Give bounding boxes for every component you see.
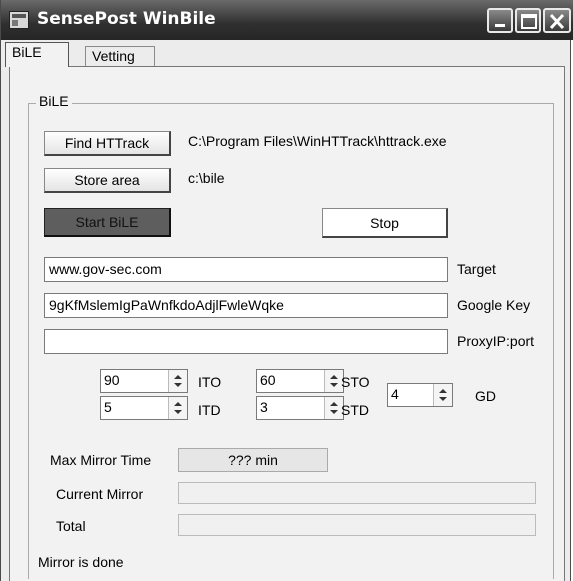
std-label: STD xyxy=(341,402,369,418)
close-icon xyxy=(549,13,565,30)
tab-label: BiLE xyxy=(12,44,42,60)
store-area-button[interactable]: Store area xyxy=(44,168,171,193)
spinner-arrows[interactable] xyxy=(168,397,187,419)
sto-label: STO xyxy=(341,374,370,390)
std-spinner[interactable]: 3 xyxy=(256,396,344,420)
current-mirror-progress xyxy=(178,482,536,504)
spinner-arrows[interactable] xyxy=(433,384,452,406)
spin-arrows-icon xyxy=(439,389,447,401)
max-mirror-time-label: Max Mirror Time xyxy=(50,452,152,468)
gd-label: GD xyxy=(475,388,496,404)
itd-spinner[interactable]: 5 xyxy=(100,396,188,420)
current-mirror-label: Current Mirror xyxy=(56,486,144,502)
total-progress xyxy=(178,514,536,536)
store-path: c:\bile xyxy=(188,170,225,186)
google-key-label: Google Key xyxy=(457,297,531,313)
tab-vetting[interactable]: Vetting xyxy=(85,46,155,66)
spinner-value: 90 xyxy=(104,372,120,388)
stop-button[interactable]: Stop xyxy=(322,208,448,238)
spin-arrows-icon xyxy=(174,375,182,387)
tab-label: Vetting xyxy=(92,48,135,64)
proxy-label: ProxyIP:port xyxy=(457,333,535,349)
proxy-input[interactable] xyxy=(44,329,448,354)
status-message: Mirror is done xyxy=(38,554,124,570)
spinner-arrows[interactable] xyxy=(168,370,187,392)
ito-spinner[interactable]: 90 xyxy=(100,369,188,393)
max-mirror-time-value: ??? min xyxy=(178,448,328,472)
target-label: Target xyxy=(457,261,496,277)
sto-spinner[interactable]: 60 xyxy=(256,369,344,393)
total-label: Total xyxy=(56,518,86,534)
spin-arrows-icon xyxy=(330,375,338,387)
minimize-icon xyxy=(495,24,505,27)
spinner-value: 5 xyxy=(104,399,112,415)
minimize-button[interactable] xyxy=(487,8,513,33)
tab-bile[interactable]: BiLE xyxy=(5,42,69,67)
itd-label: ITD xyxy=(198,402,221,418)
spinner-value: 4 xyxy=(391,386,399,402)
find-httrack-button[interactable]: Find HTTrack xyxy=(44,131,171,156)
tab-strip: BiLE Vetting xyxy=(1,40,572,67)
close-button[interactable] xyxy=(543,8,571,33)
ito-label: ITO xyxy=(198,374,222,390)
httrack-path: C:\Program Files\WinHTTrack\httrack.exe xyxy=(188,133,447,149)
spinner-value: 60 xyxy=(260,372,276,388)
window-title: SensePost WinBile xyxy=(37,9,216,29)
spinner-value: 3 xyxy=(260,399,268,415)
app-window-icon[interactable] xyxy=(9,11,29,29)
target-input[interactable]: www.gov-sec.com xyxy=(44,257,448,282)
maximize-icon xyxy=(521,14,537,29)
spin-arrows-icon xyxy=(174,402,182,414)
google-key-input[interactable]: 9gKfMslemIgPaWnfkdoAdjlFwleWqke xyxy=(44,293,448,318)
gd-spinner[interactable]: 4 xyxy=(387,383,453,407)
group-label: BiLE xyxy=(36,93,72,109)
maximize-button[interactable] xyxy=(515,8,541,33)
spin-arrows-icon xyxy=(330,402,338,414)
title-bar[interactable]: SensePost WinBile xyxy=(1,0,573,40)
start-bile-button[interactable]: Start BiLE xyxy=(44,208,171,237)
